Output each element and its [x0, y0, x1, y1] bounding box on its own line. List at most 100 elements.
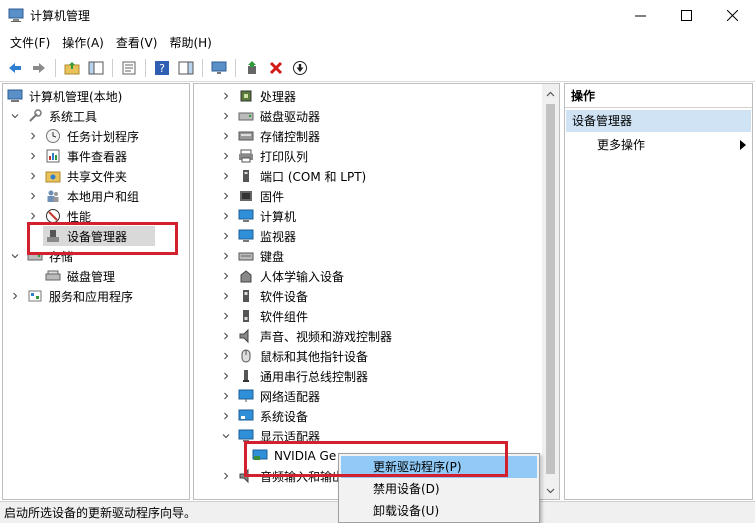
chevron-right-icon[interactable] [220, 290, 232, 302]
chevron-down-icon[interactable] [9, 250, 21, 262]
device-category-row[interactable]: 系统设备 [220, 406, 308, 426]
chevron-right-icon[interactable] [220, 230, 232, 242]
chevron-right-icon[interactable] [27, 130, 39, 142]
chevron-right-icon[interactable] [220, 350, 232, 362]
chevron-right-icon[interactable] [220, 90, 232, 102]
device-category-label: 监视器 [260, 229, 297, 244]
device-category-row[interactable]: 通用串行总线控制器 [220, 366, 368, 386]
device-category-row[interactable]: 人体学输入设备 [220, 266, 344, 286]
chevron-right-icon[interactable] [220, 210, 232, 222]
chevron-right-icon[interactable] [27, 210, 39, 222]
services-icon [27, 288, 43, 304]
chevron-right-icon[interactable] [220, 270, 232, 282]
red-annotation-box [27, 222, 178, 255]
device-category-row[interactable]: 计算机 [220, 206, 296, 226]
software-component-icon [238, 308, 254, 324]
maximize-button[interactable] [663, 0, 709, 31]
menu-action[interactable]: 操作(A) [56, 32, 110, 54]
scroll-thumb[interactable] [546, 104, 555, 474]
chevron-right-icon[interactable] [27, 190, 39, 202]
up-level-button[interactable] [61, 57, 83, 79]
chevron-right-icon[interactable] [220, 390, 232, 402]
chevron-right-icon[interactable] [220, 110, 232, 122]
storage-controller-icon [238, 128, 254, 144]
device-category-row[interactable]: 端口 (COM 和 LPT) [220, 166, 366, 186]
console-tree-icon [88, 61, 104, 75]
chevron-right-icon[interactable] [220, 310, 232, 322]
update-driver-button[interactable] [241, 57, 263, 79]
device-category-row[interactable]: 固件 [220, 186, 284, 206]
device-category-row[interactable]: 键盘 [220, 246, 284, 266]
chevron-down-icon[interactable] [9, 110, 21, 122]
chevron-right-icon[interactable] [27, 170, 39, 182]
svg-text:?: ? [159, 62, 165, 75]
show-hide-tree-button[interactable] [85, 57, 107, 79]
disk-drive-icon [238, 108, 254, 124]
tree-item-task-scheduler[interactable]: 任务计划程序 [27, 126, 139, 146]
menu-help[interactable]: 帮助(H) [163, 32, 217, 54]
monitor-scan-icon [211, 61, 227, 74]
device-category-label: 声音、视频和游戏控制器 [260, 329, 393, 344]
menu-item-uninstall-device[interactable]: 卸载设备(U) [341, 500, 537, 522]
chevron-right-icon[interactable] [9, 290, 21, 302]
tree-item-system-tools[interactable]: 系统工具 [9, 106, 97, 126]
device-category-row[interactable]: 网络适配器 [220, 386, 320, 406]
uninstall-button[interactable] [265, 57, 287, 79]
more-actions-link[interactable]: 更多操作 [597, 136, 645, 154]
sound-icon [238, 328, 254, 344]
chevron-right-icon[interactable] [220, 150, 232, 162]
show-hide-action-pane-button[interactable] [175, 57, 197, 79]
chevron-right-icon[interactable] [220, 330, 232, 342]
chevron-down-icon[interactable] [220, 430, 232, 442]
device-category-label: 软件组件 [260, 309, 309, 324]
device-category-row[interactable]: 打印队列 [220, 146, 308, 166]
chevron-right-icon[interactable] [220, 250, 232, 262]
port-icon [238, 168, 254, 184]
device-category-label: 计算机 [260, 209, 297, 224]
chevron-right-icon[interactable] [220, 130, 232, 142]
device-category-row[interactable]: 存储控制器 [220, 126, 320, 146]
chevron-right-icon[interactable] [220, 370, 232, 382]
tree-item-local-users[interactable]: 本地用户和组 [27, 186, 139, 206]
forward-button[interactable] [28, 57, 50, 79]
scan-hardware-button[interactable] [208, 57, 230, 79]
toolbar: ? [0, 55, 755, 82]
tree-item-services-apps[interactable]: 服务和应用程序 [9, 286, 133, 306]
minimize-button[interactable] [617, 0, 663, 31]
chevron-right-icon[interactable] [220, 170, 232, 182]
tree-root[interactable]: 计算机管理(本地) [7, 86, 122, 106]
actions-section-device-manager[interactable]: 设备管理器 [566, 110, 751, 132]
tree-item-shared-folders[interactable]: 共享文件夹 [27, 166, 127, 186]
menu-view[interactable]: 查看(V) [110, 32, 164, 54]
back-button[interactable] [4, 57, 26, 79]
down-circle-icon [293, 61, 307, 75]
device-category-row[interactable]: 鼠标和其他指针设备 [220, 346, 368, 366]
chevron-right-icon[interactable] [220, 470, 232, 482]
chevron-right-icon[interactable] [220, 190, 232, 202]
device-category-row[interactable]: 软件设备 [220, 286, 308, 306]
device-category-row[interactable]: 监视器 [220, 226, 296, 246]
tree-item-event-viewer[interactable]: 事件查看器 [27, 146, 127, 166]
menu-file[interactable]: 文件(F) [4, 32, 56, 54]
menu-item-disable-device[interactable]: 禁用设备(D) [341, 478, 537, 500]
device-category-row[interactable]: 磁盘驱动器 [220, 106, 320, 126]
device-list-pane[interactable]: 处理器 磁盘驱动器 存储控制器 打印队列 端口 (COM 和 LPT) 固件计算机监视器键… [193, 83, 560, 500]
device-category-row[interactable]: 软件组件 [220, 306, 308, 326]
help-button[interactable]: ? [151, 57, 173, 79]
device-category-label: 固件 [260, 189, 285, 204]
chevron-right-icon[interactable] [27, 150, 39, 162]
vertical-scrollbar[interactable] [542, 84, 559, 499]
device-category-row[interactable]: 声音、视频和游戏控制器 [220, 326, 392, 346]
users-icon [45, 188, 61, 204]
device-category-row[interactable]: 处理器 [220, 86, 296, 106]
event-viewer-icon [45, 148, 61, 164]
properties-icon [122, 61, 136, 75]
enable-device-button[interactable] [289, 57, 311, 79]
console-tree-pane[interactable]: 计算机管理(本地) 系统工具 任务计划程序 事件查看器 共享文件夹 本地用户和组… [2, 83, 190, 500]
chevron-right-icon[interactable] [220, 410, 232, 422]
device-category-label: 系统设备 [260, 409, 309, 424]
close-button[interactable] [709, 0, 755, 31]
properties-button[interactable] [118, 57, 140, 79]
system-device-icon [238, 408, 254, 424]
tree-item-disk-management[interactable]: 磁盘管理 [45, 266, 115, 286]
